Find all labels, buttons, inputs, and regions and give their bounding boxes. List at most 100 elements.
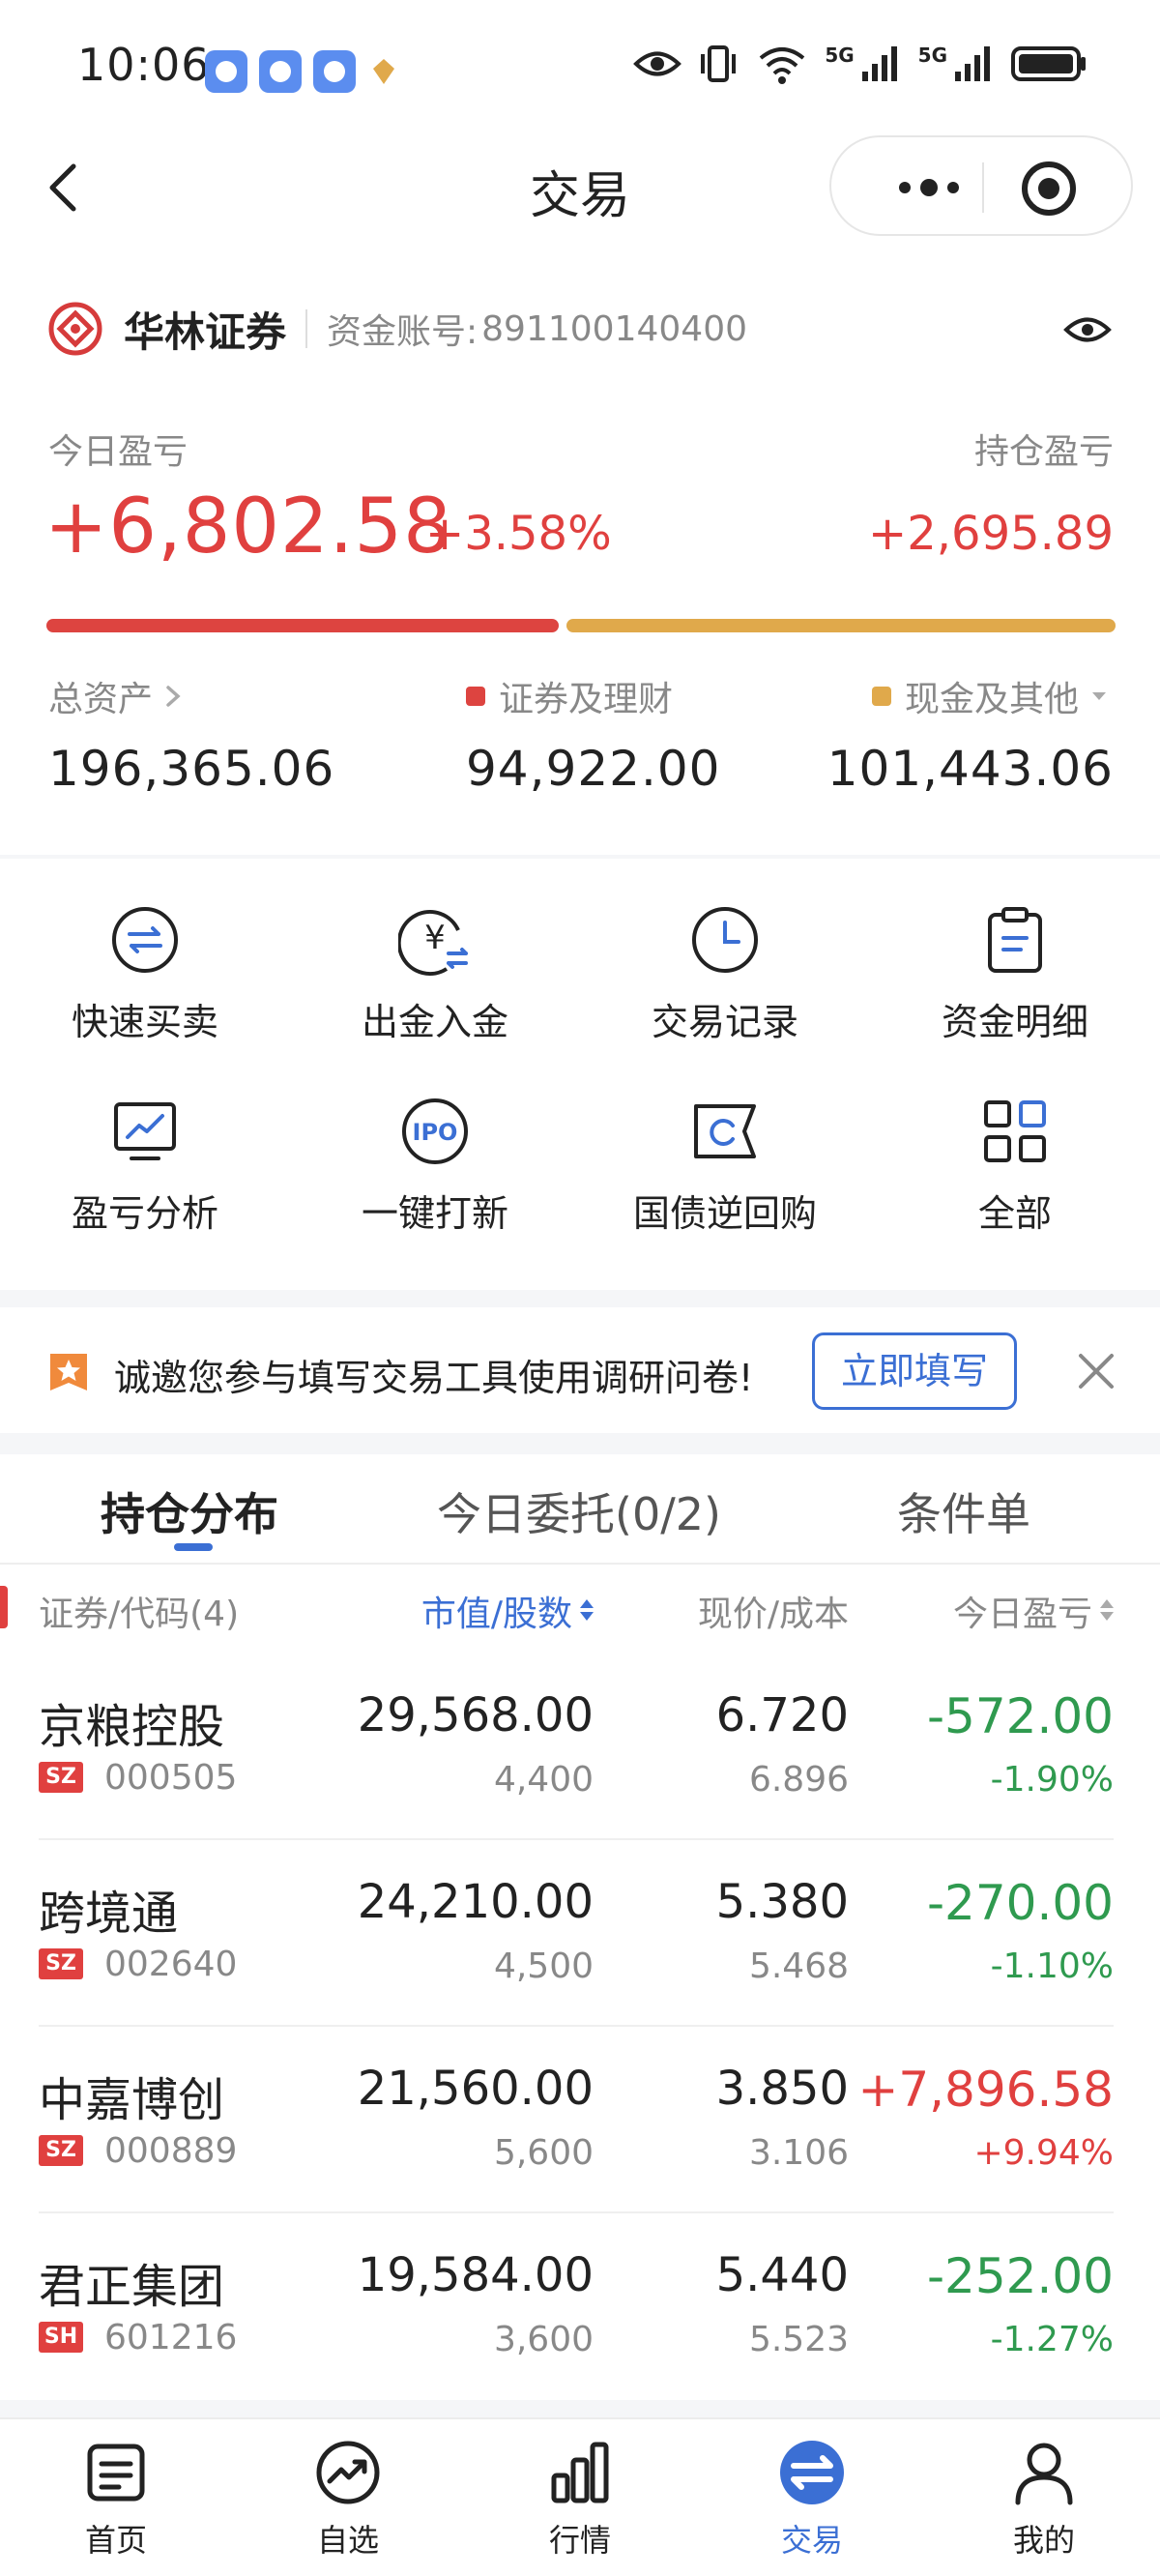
current-price: 5.380	[715, 1875, 849, 1929]
col-header-today-pnl[interactable]: 今日盈亏	[953, 1586, 1114, 1636]
person-icon	[1015, 2443, 1073, 2505]
total-assets-link[interactable]: 总资产	[48, 671, 188, 721]
monitor-chart-icon	[114, 1102, 176, 1160]
shares: 4,500	[493, 1947, 594, 1986]
account-number-label: 资金账号:	[327, 312, 478, 352]
grid-pnl-analysis[interactable]: 盈亏分析	[0, 1095, 290, 1278]
today-pnl-percent: +9.94%	[973, 2133, 1114, 2173]
nav-label: 交易	[780, 2522, 843, 2559]
chevron-right-icon	[166, 686, 181, 707]
current-price: 3.850	[715, 2062, 849, 2116]
asset-ratio-bar	[46, 619, 1116, 632]
grid-label: 出金入金	[361, 1001, 508, 1043]
stock-code: 000889	[104, 2131, 238, 2171]
grid-quick-trade[interactable]: 快速买卖	[0, 903, 290, 1087]
survey-text: 诚邀您参与填写交易工具使用调研问卷!	[114, 1357, 754, 1399]
col-header-market-value[interactable]: 市值/股数	[421, 1586, 594, 1636]
sort-icon	[580, 1597, 594, 1625]
nav-trade[interactable]: 交易	[735, 2439, 889, 2561]
swap-arrows-icon	[112, 907, 178, 973]
nav-home[interactable]: 首页	[39, 2439, 193, 2561]
eye-toggle-icon[interactable]	[1063, 311, 1112, 348]
table-row[interactable]: 君正集团 SH 601216 19,584.00 3,600 5.440 5.5…	[0, 2213, 1160, 2400]
cost-price: 5.468	[748, 1947, 849, 1986]
today-pnl: +7,896.58	[857, 2062, 1114, 2118]
shares: 5,600	[493, 2133, 594, 2173]
today-pnl-percent: -1.10%	[990, 1947, 1114, 1986]
table-row[interactable]: 京粮控股 SZ 000505 29,568.00 4,400 6.720 6.8…	[0, 1654, 1160, 1840]
cost-price: 3.106	[748, 2133, 849, 2173]
back-arrow-icon[interactable]	[44, 161, 83, 215]
bond-repo-icon	[694, 1104, 756, 1158]
nav-label: 我的	[1012, 2522, 1075, 2559]
stock-name: 跨境通	[39, 1887, 179, 1941]
market-badge: SZ	[39, 2135, 83, 2166]
cost-price: 5.523	[748, 2320, 849, 2359]
securities-label-wrap: 证券及理财	[466, 671, 673, 721]
broker-logo-icon	[48, 302, 102, 356]
market-value: 19,584.00	[357, 2248, 594, 2302]
wifi-icon	[760, 47, 805, 84]
total-assets-value: 196,365.06	[48, 741, 335, 797]
tab-positions[interactable]: 持仓分布	[101, 1479, 278, 1543]
battery-icon	[1011, 46, 1086, 81]
grid-all-functions[interactable]: 全部	[870, 1095, 1160, 1278]
caret-down-icon	[1092, 692, 1106, 700]
sort-icon	[1100, 1597, 1114, 1625]
market-badge: SZ	[39, 1762, 83, 1793]
bottom-nav: 首页 自选 行情 交易 我的	[0, 2417, 1160, 2576]
broker-name: 华林证券	[124, 307, 287, 356]
close-target-icon[interactable]	[1021, 161, 1077, 217]
tab-conditional-orders[interactable]: 条件单	[897, 1479, 1030, 1543]
more-dots-icon[interactable]	[876, 164, 982, 211]
section-divider	[0, 1433, 1160, 1454]
grid-fund-details[interactable]: 资金明细	[870, 903, 1160, 1087]
cash-ratio-segment	[566, 619, 1116, 632]
nav-profile[interactable]: 我的	[967, 2439, 1121, 2561]
securities-value: 94,922.00	[466, 741, 721, 797]
cash-label-dropdown[interactable]: 现金及其他	[871, 671, 1114, 721]
grid-ipo-subscribe[interactable]: IPO 一键打新	[290, 1095, 580, 1278]
tab-today-orders[interactable]: 今日委托(0/2)	[437, 1479, 721, 1543]
account-number: 891100140400	[481, 308, 748, 349]
clock-icon	[692, 907, 758, 973]
today-pnl-percent: -1.27%	[990, 2320, 1114, 2359]
table-row[interactable]: 中嘉博创 SZ 000889 21,560.00 5,600 3.850 3.1…	[0, 2027, 1160, 2213]
current-price: 6.720	[715, 1688, 849, 1742]
network-type-label: 5G	[917, 44, 947, 67]
status-time: 10:06	[77, 39, 211, 91]
status-indicators: 5G 5G	[633, 43, 1088, 85]
bar-chart-icon	[551, 2442, 609, 2503]
active-tab-indicator	[174, 1543, 213, 1551]
grid-deposit-withdraw[interactable]: ¥ 出金入金	[290, 903, 580, 1087]
star-badge-icon	[50, 1354, 87, 1390]
clipboard-icon	[988, 907, 1042, 973]
nav-market[interactable]: 行情	[503, 2439, 657, 2561]
stock-code: 002640	[104, 1945, 238, 1984]
close-icon[interactable]	[1075, 1350, 1117, 1392]
account-header: 华林证券 资金账号: 891100140400	[48, 300, 747, 358]
vibrate-icon	[701, 45, 737, 82]
table-row[interactable]: 跨境通 SZ 002640 24,210.00 4,500 5.380 5.46…	[0, 1840, 1160, 2027]
today-pnl-value: +6,802.58	[44, 483, 452, 571]
grid-label: 一键打新	[361, 1192, 508, 1235]
market-value: 29,568.00	[357, 1688, 594, 1742]
network-type-label: 5G	[825, 44, 855, 67]
today-pnl-percent: -1.90%	[990, 1760, 1114, 1800]
grid-trade-records[interactable]: 交易记录	[580, 903, 870, 1087]
nav-watchlist[interactable]: 自选	[271, 2439, 425, 2561]
signal-icon	[861, 46, 897, 81]
cash-legend-dot	[871, 687, 891, 706]
grid-label: 国债逆回购	[632, 1192, 817, 1235]
status-app-icons	[205, 50, 400, 93]
today-pnl-label: 今日盈亏	[48, 432, 188, 472]
today-pnl: -572.00	[927, 1688, 1114, 1744]
shares: 4,400	[493, 1760, 594, 1800]
signal-icon	[955, 46, 990, 81]
stock-code: 601216	[104, 2318, 238, 2357]
market-value: 21,560.00	[357, 2062, 594, 2116]
svg-text:¥: ¥	[424, 919, 446, 957]
survey-fill-button[interactable]: 立即填写	[812, 1332, 1017, 1410]
grid-bond-repo[interactable]: 国债逆回购	[580, 1095, 870, 1278]
grid-label: 资金明细	[941, 1001, 1088, 1043]
